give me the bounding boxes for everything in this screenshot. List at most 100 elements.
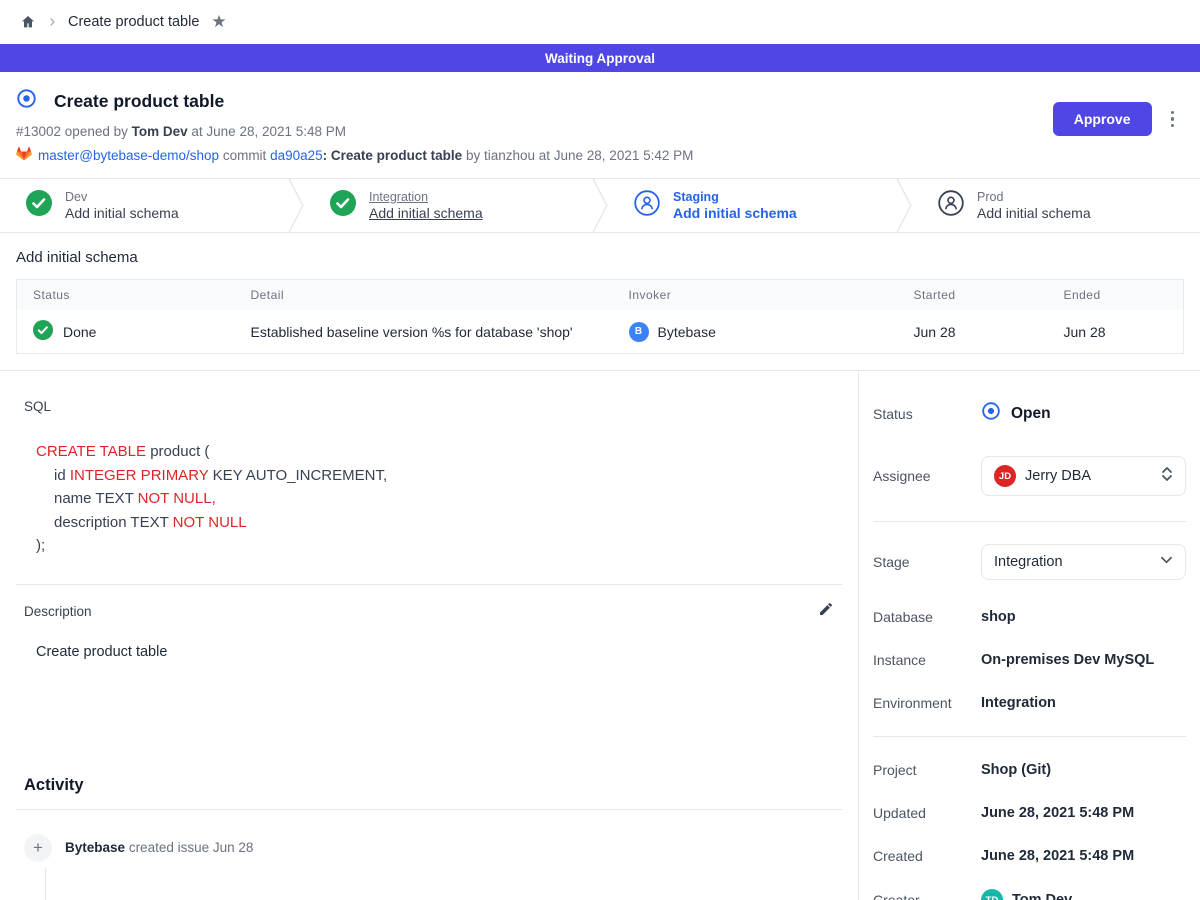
creator-value: Tom Dev xyxy=(1012,892,1072,900)
stage-integration[interactable]: Integration Add initial schema xyxy=(304,179,592,232)
task-table: Status Detail Invoker Started Ended Done xyxy=(16,279,1184,354)
stage-task-label: Add initial schema xyxy=(65,205,179,221)
col-ended: Ended xyxy=(1048,280,1184,311)
invoker-name: Bytebase xyxy=(658,324,716,340)
sql-label: SQL xyxy=(24,399,842,414)
commit-line: master@bytebase-demo/shop commit da90a25… xyxy=(16,146,1184,164)
col-started: Started xyxy=(898,280,1048,311)
task-detail: Established baseline version %s for data… xyxy=(235,310,613,354)
project-value: Shop (Git) xyxy=(981,762,1051,778)
task-ended: Jun 28 xyxy=(1048,310,1184,354)
issue-sidebar: Status Open Assignee JD Jerry DBA xyxy=(858,371,1200,900)
description-label: Description xyxy=(24,604,92,619)
stage-done-icon xyxy=(330,190,356,221)
breadcrumb: Create product table ★ xyxy=(0,0,1200,44)
stage-env-label: Integration xyxy=(369,190,483,204)
instance-value: On-premises Dev MySQL xyxy=(981,652,1154,668)
activity-item: + Bytebase created issue Jun 28 xyxy=(24,834,842,862)
stage-pending-approval-icon xyxy=(634,190,660,221)
description-text: Create product table xyxy=(36,644,842,660)
activity-create-icon: + xyxy=(24,834,52,862)
task-section: Add initial schema Status Detail Invoker… xyxy=(0,233,1200,370)
activity-actor: Bytebase xyxy=(65,840,125,855)
stage-separator xyxy=(592,179,608,232)
assignee-value: Jerry DBA xyxy=(1025,468,1152,484)
gitlab-icon xyxy=(16,146,32,164)
main-content: SQL CREATE TABLE product (id INTEGER PRI… xyxy=(0,371,858,900)
table-row[interactable]: Done Established baseline version %s for… xyxy=(17,310,1184,354)
issue-open-icon xyxy=(16,88,37,114)
commit-message: Create product table xyxy=(331,148,462,163)
favorite-star-icon[interactable]: ★ xyxy=(211,12,226,32)
created-value: June 28, 2021 5:48 PM xyxy=(981,848,1134,864)
instance-label: Instance xyxy=(873,652,981,668)
chevron-right-icon xyxy=(46,16,58,28)
activity-title: Activity xyxy=(24,776,842,795)
assignee-select[interactable]: JD Jerry DBA xyxy=(981,456,1186,496)
database-value: shop xyxy=(981,609,1016,625)
stage-task-label: Add initial schema xyxy=(977,205,1091,221)
home-icon[interactable] xyxy=(20,14,36,30)
stage-pending-icon xyxy=(938,190,964,221)
stage-done-icon xyxy=(26,190,52,221)
col-invoker: Invoker xyxy=(613,280,898,311)
divider xyxy=(873,521,1186,522)
creator-avatar: TD xyxy=(981,889,1003,900)
stage-prod[interactable]: Prod Add initial schema xyxy=(912,179,1200,232)
edit-pencil-icon[interactable] xyxy=(818,601,834,622)
status-label: Status xyxy=(873,406,981,422)
sql-code: CREATE TABLE product (id INTEGER PRIMARY… xyxy=(36,440,842,558)
updated-value: June 28, 2021 5:48 PM xyxy=(981,805,1134,821)
created-label: Created xyxy=(873,848,981,864)
task-section-title: Add initial schema xyxy=(16,249,1184,266)
status-value: Open xyxy=(1011,405,1051,423)
pipeline-stage-bar: Dev Add initial schema Integration Add i… xyxy=(0,178,1200,233)
database-label: Database xyxy=(873,609,981,625)
commit-hash-link[interactable]: da90a25 xyxy=(270,148,323,163)
stage-task-label: Add initial schema xyxy=(369,205,483,221)
breadcrumb-title: Create product table xyxy=(68,14,199,30)
invoker-avatar: B xyxy=(629,322,649,342)
open-status-icon xyxy=(981,401,1001,426)
stage-env-label: Staging xyxy=(673,190,797,204)
stage-value: Integration xyxy=(994,554,1151,570)
issue-header: Create product table #13002 opened by To… xyxy=(0,72,1200,178)
approval-banner-text: Waiting Approval xyxy=(545,51,655,66)
assignee-avatar: JD xyxy=(994,465,1016,487)
stage-separator xyxy=(288,179,304,232)
creator-label: Creator xyxy=(873,892,981,900)
stage-dev[interactable]: Dev Add initial schema xyxy=(0,179,288,232)
approve-button[interactable]: Approve xyxy=(1053,102,1152,136)
task-started: Jun 28 xyxy=(898,310,1048,354)
chevron-down-icon xyxy=(1160,553,1173,571)
approval-banner: Waiting Approval xyxy=(0,44,1200,72)
updown-chevron-icon xyxy=(1161,466,1173,487)
environment-value: Integration xyxy=(981,695,1056,711)
stage-separator xyxy=(896,179,912,232)
issue-author: Tom Dev xyxy=(132,124,188,139)
done-check-icon xyxy=(33,320,53,343)
stage-staging[interactable]: Staging Add initial schema xyxy=(608,179,896,232)
bytebase-issue-page: Create product table ★ Waiting Approval … xyxy=(0,0,1200,900)
stage-label: Stage xyxy=(873,554,981,570)
divider xyxy=(16,584,842,585)
col-detail: Detail xyxy=(235,280,613,311)
stage-select[interactable]: Integration xyxy=(981,544,1186,580)
col-status: Status xyxy=(17,280,235,311)
stage-env-label: Prod xyxy=(977,190,1091,204)
environment-label: Environment xyxy=(873,695,981,711)
assignee-label: Assignee xyxy=(873,468,981,484)
issue-meta: #13002 opened by Tom Dev at June 28, 202… xyxy=(16,124,1184,139)
divider xyxy=(16,809,842,810)
activity-action: created issue Jun 28 xyxy=(129,840,254,855)
stage-task-label: Add initial schema xyxy=(673,205,797,221)
activity-timeline xyxy=(45,868,46,900)
task-status: Done xyxy=(63,324,96,340)
updated-label: Updated xyxy=(873,805,981,821)
more-actions-menu[interactable] xyxy=(1167,107,1179,132)
project-label: Project xyxy=(873,762,981,778)
stage-env-label: Dev xyxy=(65,190,179,204)
divider xyxy=(873,736,1186,737)
commit-branch-link[interactable]: master@bytebase-demo/shop xyxy=(38,148,219,163)
issue-title: Create product table xyxy=(54,91,224,112)
